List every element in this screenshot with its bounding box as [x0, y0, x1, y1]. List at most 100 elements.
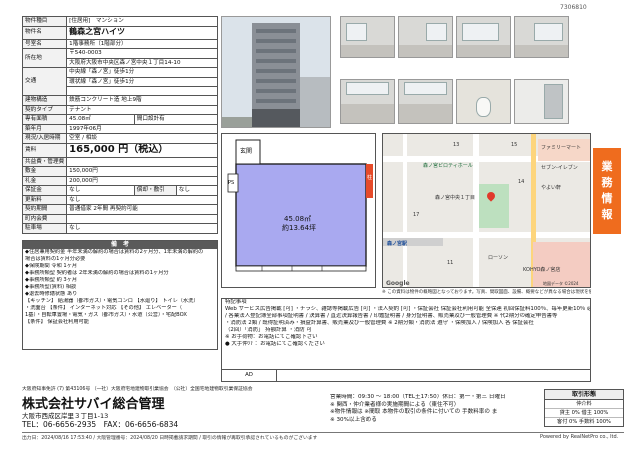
- fee-title: 取引形態: [545, 390, 623, 400]
- remarks-title: 備 考: [23, 241, 217, 249]
- interior-photo-3: [456, 16, 511, 58]
- zip-code: 〒540-0003: [66, 48, 218, 59]
- renewal-value: なし: [66, 194, 218, 206]
- notes-line: 特記事項: [225, 299, 247, 305]
- map-label: 13: [453, 142, 460, 148]
- amortization-value: なし: [175, 185, 219, 196]
- restroom-photo: [456, 79, 511, 124]
- guarantee-value: なし: [66, 185, 135, 196]
- fee-table: 取引形態 仲介料 貸主 0% 借主 100% 客付 0% 手数料 100%: [544, 389, 624, 427]
- structure-value: 鉄筋コンクリート造 地上9階: [66, 95, 218, 106]
- hours-line: ※ 関西・仲介業者様の実施期間による（東住不可）: [330, 401, 460, 408]
- map-label: 森ノ宮駅: [387, 241, 408, 247]
- community-fee-label: 町内会費: [21, 213, 68, 225]
- interior-photo-4: [514, 16, 569, 58]
- built-label: 築年月: [21, 123, 68, 135]
- layout-value: 間口設計有: [133, 114, 219, 125]
- disclaimer-notice: ※ この資料は物件の概略図となっております。写真、間取図面、設備、概要などが異な…: [382, 290, 591, 295]
- map-label: ローソン: [488, 255, 509, 261]
- built-value: 1997年06月: [66, 123, 218, 135]
- business-info-badge: 業 務 情 報: [593, 148, 621, 234]
- fee-row: 仲介料: [545, 400, 623, 409]
- amortization-label: 償却・敷引: [133, 185, 177, 196]
- map-label: 14: [518, 179, 525, 185]
- transit-line-1: 中央線「森ノ宮」徒歩1分: [66, 67, 218, 78]
- status-value: 空室 / 相談: [66, 133, 218, 144]
- fee-row: 貸主 0% 借主 100%: [545, 409, 623, 418]
- hours-line: 営業時間：09:30 ～ 18:00（TEL土17:50）休日：第一・第三 日曜…: [330, 394, 506, 400]
- map-label: 15: [511, 142, 518, 148]
- notes-line: ※ お手荷物：お電話にてご確認下さい: [225, 334, 318, 340]
- badge-char: 情: [601, 192, 613, 205]
- map-label: ファミリーマート: [541, 145, 582, 151]
- map-label: KOHYO森ノ宮店: [523, 267, 561, 273]
- transit-line-2: 環状線「森ノ宮」徒歩1分: [66, 76, 218, 87]
- map-label: やよい軒: [541, 185, 562, 191]
- notes-line: ・消防法 2類 / 既得証明済み・損益計算書、販売業及び一般管理費 ※ 2期分類…: [225, 320, 534, 326]
- community-fee-value: [66, 213, 218, 225]
- area-value: 45.08㎡: [66, 114, 135, 125]
- rent-value: 165,000 円（税込）: [66, 142, 218, 158]
- remarks-line: ◆住居兼用契約金 半年未満の解約の場合は賃料の2ヶ月分、1年未満の解約の: [25, 249, 204, 255]
- contract-value: テナント: [66, 104, 218, 116]
- room-label: 号室名: [21, 38, 68, 49]
- contract-label: 契約タイプ: [21, 104, 68, 116]
- common-fee-value: [66, 156, 218, 168]
- period-value: 普通借家 2年間 再契約可能: [66, 204, 218, 215]
- area-label: 専有面積: [21, 114, 68, 125]
- interior-photo-2: [398, 16, 453, 58]
- map-label: 森ノ宮ピロティホール: [423, 163, 473, 169]
- remarks-line: 【キッチン】 給湯器（都市ガス）・電気コンロ 【水廻り】 トイレ（水洗）: [25, 298, 199, 304]
- type-value: [住居用] マンション: [66, 16, 218, 27]
- building-photo: [221, 16, 331, 128]
- map-label: 11: [447, 260, 454, 266]
- structure-label: 建物構造: [21, 95, 68, 106]
- column-label: 柱: [367, 175, 373, 181]
- status-label: 現況/入居時期: [21, 133, 68, 144]
- interior-photo-5: [340, 79, 395, 124]
- ad-label: AD: [222, 370, 277, 381]
- room-value: 1階事務所（1階部分）: [66, 38, 218, 49]
- company-phone: TEL：06-6656-2935 FAX：06-6656-6834: [22, 420, 179, 429]
- transit-line-3: [66, 85, 218, 97]
- ps-label: PS: [228, 180, 235, 186]
- renewal-label: 更新料: [21, 194, 68, 206]
- map-label: 17: [413, 212, 420, 218]
- key-money-label: 礼金: [21, 175, 68, 187]
- hours-line: ※ 30%以上含める: [330, 416, 377, 423]
- deposit-value: 150,000円: [66, 166, 218, 177]
- print-info: 出力日：2024/08/16 17:53:40 / 大阪管理番号：2024/08…: [22, 436, 318, 441]
- parking-value: なし: [66, 223, 218, 234]
- location-map[interactable]: 森ノ宮ピロティホール 森ノ宮駅 森ノ宮中央１丁目 やよい軒 セブン-イレブン ロ…: [382, 133, 591, 288]
- hours-line: ※物件情報は ※間取 本物件の取引の条件に付いての 手数料率の ま: [330, 409, 498, 415]
- property-table: 物件種目 [住居用] マンション 物件名 鶴森之宮ハイツ 号室名 1階事務所（1…: [21, 16, 219, 234]
- guarantee-label: 保証金: [21, 185, 68, 196]
- common-fee-label: 共益費・管理費: [21, 156, 68, 168]
- remarks-box: 備 考 ◆住居兼用契約金 半年未満の解約の場合は賃料の2ヶ月分、1年未満の解約の…: [22, 240, 218, 350]
- notes-line: / 各業法人登記簿全部事項証明書 / 決算書 / 直近決算報告書 / 印鑑証明書…: [225, 313, 558, 319]
- footer-divider: [22, 432, 624, 433]
- remarks-line: ◆退去時修繕状態 あり: [25, 291, 78, 297]
- badge-char: 業: [601, 160, 613, 173]
- parking-label: 駐車場: [21, 223, 68, 234]
- key-money-value: 200,000円: [66, 175, 218, 187]
- map-label: 森ノ宮中央１丁目: [435, 195, 476, 201]
- special-notes: 特記事項 Web サービス広告掲載 [可] ・チラシ、雑誌等掲載広告 [可] ・…: [221, 298, 591, 370]
- remarks-line: ◆事務所類型 契約者は 2年未満の解約の場合は賃料の1ヶ月分: [25, 270, 169, 276]
- kitchen-photo: [514, 79, 569, 124]
- remarks-line: 1基）・自転車置場・電気・ガス（都市ガス）・水道（公営）・宅配BOX: [25, 312, 187, 318]
- fee-row: 客付 0% 手数料 100%: [557, 419, 611, 425]
- remarks-line: ◆保険期間 令和 1ヶ月: [25, 263, 78, 269]
- remarks-line: ・洗面台 【条件】 インターネット対応 【その他】 エレベーター（: [25, 305, 183, 311]
- remarks-line: 【条件】 保証会社利用可能: [25, 319, 89, 325]
- notes-line: ● 大手仲介 ：お電話にてご確認ください: [225, 341, 325, 347]
- floor-plan: 玄関 PS 柱 45.08㎡ 約13.64坪: [221, 133, 376, 288]
- interior-photo-1: [340, 16, 395, 58]
- name-label: 物件名: [21, 25, 68, 40]
- badge-char: 務: [601, 176, 613, 189]
- map-label: セブン-イレブン: [541, 165, 578, 171]
- property-name: 鶴森之宮ハイツ: [66, 25, 218, 40]
- type-label: 物件種目: [21, 16, 68, 27]
- interior-photo-6: [398, 79, 453, 124]
- ad-row: AD: [221, 370, 591, 382]
